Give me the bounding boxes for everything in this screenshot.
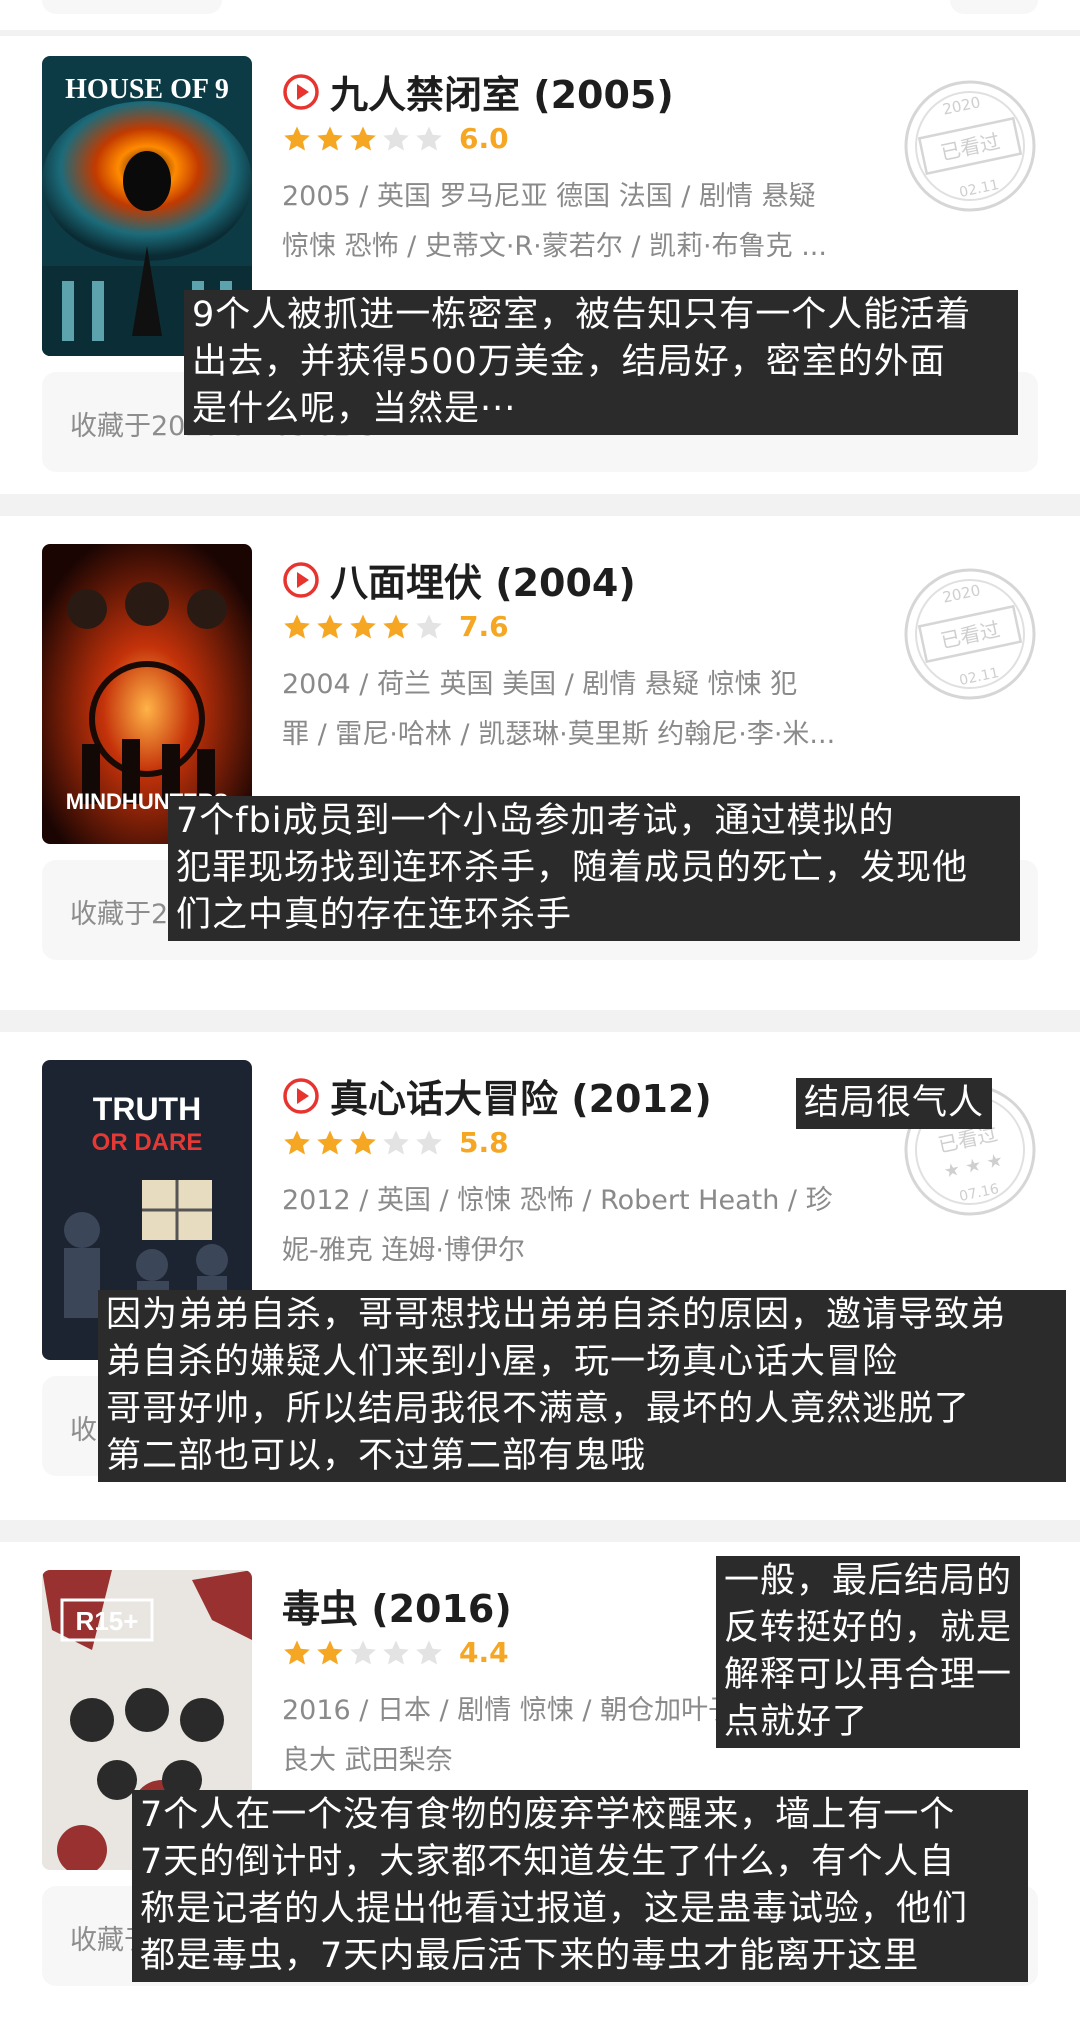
watched-stamp: 2020 已看过 02.11 (904, 568, 1036, 700)
collect-date: 收藏于2 (70, 899, 169, 930)
movie-title[interactable]: 毒虫 (2016) (282, 1578, 512, 1633)
subtitle-overlay: 7个人在一个没有食物的废弃学校醒来，墙上有一个 7天的倒计时，大家都不知道发生了… (132, 1790, 1028, 1982)
movie-meta-line2: 妮-雅克 连姆·博伊尔 (282, 1235, 525, 1266)
star-filled-icon (284, 1640, 310, 1664)
movie-meta-line2: 罪 / 雷尼·哈林 / 凯瑟琳·莫里斯 约翰尼·李·米... (282, 719, 836, 750)
previous-card-edge (42, 0, 222, 14)
previous-card-edge-right (950, 0, 1038, 14)
play-icon[interactable] (282, 561, 320, 599)
poster-title: TRUTH (93, 1091, 201, 1127)
star-filled-icon (350, 614, 376, 638)
star-empty-icon (416, 126, 442, 150)
movie-meta-line1: 2012 / 英国 / 惊悚 恐怖 / Robert Heath / 珍 (282, 1185, 833, 1216)
side-note-overlay: 结局很气人 (796, 1078, 993, 1129)
movie-title[interactable]: 八面埋伏 (2004) (330, 552, 636, 607)
star-empty-icon (383, 1640, 409, 1664)
rating-score: 7.6 (459, 610, 509, 643)
star-empty-icon (416, 1130, 442, 1154)
play-icon[interactable] (282, 73, 320, 111)
star-filled-icon (350, 126, 376, 150)
movie-card[interactable]: HOUSE OF 9 九人禁闭室 (2005) 6.0 2005 / 英国 罗马… (0, 36, 1080, 516)
star-filled-icon (383, 614, 409, 638)
star-empty-icon (383, 1130, 409, 1154)
subtitle-overlay: 7个fbi成员到一个小岛参加考试，通过模拟的 犯罪现场找到连环杀手，随着成员的死… (168, 796, 1020, 941)
movie-meta-line1: 2005 / 英国 罗马尼亚 德国 法国 / 剧情 悬疑 (282, 181, 816, 212)
movie-meta-line1: 2004 / 荷兰 英国 美国 / 剧情 悬疑 惊悚 犯 (282, 669, 798, 700)
rating: 4.4 (282, 1636, 509, 1669)
poster-title: HOUSE OF 9 (65, 74, 229, 105)
star-filled-icon (284, 1130, 310, 1154)
side-note-overlay: 一般，最后结局的 反转挺好的，就是 解释可以再合理一 点就好了 (716, 1556, 1021, 1748)
star-filled-icon (284, 126, 310, 150)
card-divider (0, 494, 1080, 516)
subtitle-overlay: 9个人被抓进一栋密室，被告知只有一个人能活着 出去，并获得500万美金，结局好，… (184, 290, 1018, 435)
poster-rating-badge: R15+ (76, 1606, 139, 1636)
star-filled-icon (317, 1640, 343, 1664)
card-divider (0, 1010, 1080, 1032)
rating-score: 6.0 (459, 122, 509, 155)
movie-title[interactable]: 真心话大冒险 (2012) (330, 1068, 712, 1123)
star-filled-icon (317, 614, 343, 638)
svg-text:07.16: 07.16 (958, 1181, 1001, 1205)
svg-text:02.11: 02.11 (958, 177, 1001, 201)
rating: 6.0 (282, 122, 509, 155)
rating: 7.6 (282, 610, 509, 643)
rating: 5.8 (282, 1126, 509, 1159)
card-divider (0, 1520, 1080, 1542)
rating-score: 5.8 (459, 1126, 509, 1159)
poster-subtitle: OR DARE (92, 1129, 203, 1156)
collect-date: 收 (70, 1415, 97, 1446)
watched-stamp: 2020 已看过 02.11 (904, 80, 1036, 212)
star-filled-icon (350, 1130, 376, 1154)
rating-score: 4.4 (459, 1636, 509, 1669)
movie-title[interactable]: 九人禁闭室 (2005) (330, 64, 674, 119)
movie-meta-line2: 惊悚 恐怖 / 史蒂文·R·蒙若尔 / 凯莉·布鲁克 ... (282, 231, 827, 262)
svg-text:02.11: 02.11 (958, 665, 1001, 689)
subtitle-overlay: 因为弟弟自杀，哥哥想找出弟弟自杀的原因，邀请导致弟 弟自杀的嫌疑人们来到小屋，玩… (98, 1290, 1066, 1482)
star-empty-icon (416, 614, 442, 638)
star-filled-icon (284, 614, 310, 638)
star-empty-icon (350, 1640, 376, 1664)
play-icon[interactable] (282, 1077, 320, 1115)
star-empty-icon (416, 1640, 442, 1664)
star-empty-icon (383, 126, 409, 150)
star-filled-icon (317, 1130, 343, 1154)
star-filled-icon (317, 126, 343, 150)
